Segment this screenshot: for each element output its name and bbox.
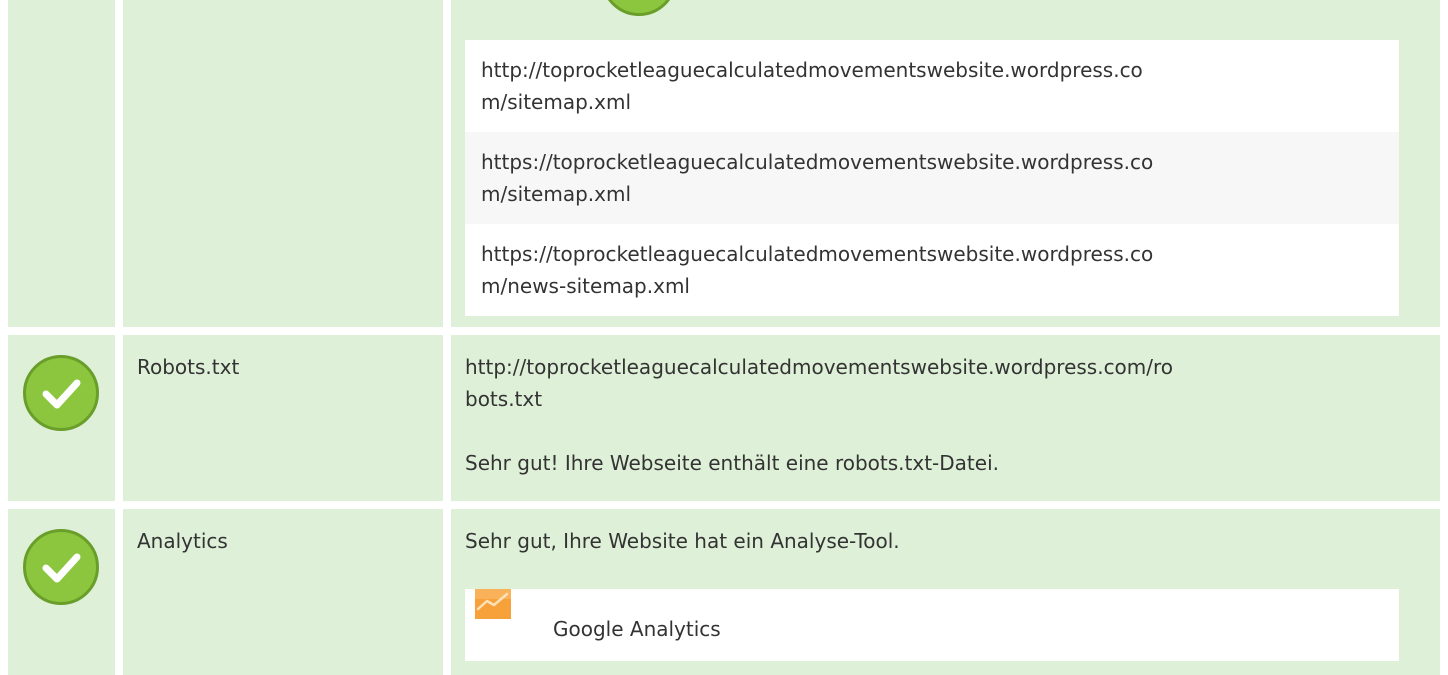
robots-message: Sehr gut! Ihre Webseite enthält eine rob…	[465, 451, 999, 475]
check-icon	[23, 355, 99, 431]
sitemap-icon-cell	[8, 0, 115, 327]
sitemap-label-cell	[123, 0, 443, 327]
robots-label-cell: Robots.txt	[123, 335, 443, 501]
robots-value-cell: http://toprocketleaguecalculatedmovement…	[451, 335, 1440, 501]
analytics-row: Analytics Sehr gut, Ihre Website hat ein…	[0, 509, 1448, 675]
analytics-tool-item: Google Analytics	[465, 589, 1399, 661]
robots-label: Robots.txt	[137, 355, 240, 379]
seo-report-page: http://toprocketleaguecalculatedmovement…	[0, 0, 1448, 675]
check-icon	[601, 0, 677, 16]
sitemap-value-cell: http://toprocketleaguecalculatedmovement…	[451, 0, 1440, 327]
sitemap-row: http://toprocketleaguecalculatedmovement…	[0, 0, 1448, 327]
robots-url[interactable]: http://toprocketleaguecalculatedmovement…	[465, 351, 1173, 415]
sitemap-url[interactable]: https://toprocketleaguecalculatedmovemen…	[465, 224, 1399, 316]
analytics-label: Analytics	[137, 529, 228, 553]
google-analytics-icon	[475, 589, 511, 619]
sitemap-url[interactable]: https://toprocketleaguecalculatedmovemen…	[465, 132, 1399, 224]
analytics-message: Sehr gut, Ihre Website hat ein Analyse-T…	[465, 529, 900, 553]
sitemap-url-list: http://toprocketleaguecalculatedmovement…	[465, 40, 1399, 316]
sitemap-url[interactable]: http://toprocketleaguecalculatedmovement…	[465, 40, 1399, 132]
analytics-icon-cell	[8, 509, 115, 675]
analytics-value-cell: Sehr gut, Ihre Website hat ein Analyse-T…	[451, 509, 1440, 675]
robots-row: Robots.txt http://toprocketleaguecalcula…	[0, 335, 1448, 501]
check-icon	[23, 529, 99, 605]
analytics-label-cell: Analytics	[123, 509, 443, 675]
analytics-tool-name: Google Analytics	[553, 617, 721, 641]
robots-icon-cell	[8, 335, 115, 501]
